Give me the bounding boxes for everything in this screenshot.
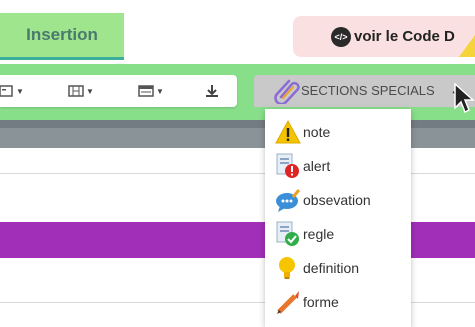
- table-button[interactable]: ▼: [138, 81, 164, 101]
- menu-item-forme[interactable]: forme: [265, 285, 411, 319]
- tab-insertion[interactable]: Insertion: [0, 13, 124, 60]
- corner-decoration: [459, 35, 475, 57]
- film-icon: [68, 85, 84, 97]
- chevron-down-icon: ▼: [86, 86, 94, 96]
- menu-item-obsevation[interactable]: obsevation: [265, 183, 411, 217]
- alert-doc-icon: [275, 153, 301, 179]
- editor-toolbar: ▼ ▼ ▼: [0, 75, 237, 107]
- sections-specials-menu: note alert obsevation regle definition f…: [265, 109, 411, 327]
- lightbulb-icon: [275, 255, 301, 281]
- code-icon: </>: [331, 26, 351, 47]
- menu-item-label: obsevation: [303, 192, 371, 208]
- mouse-cursor-icon: [454, 82, 475, 114]
- sections-specials-label: SECTIONS SPECIALS: [301, 83, 435, 98]
- sections-specials-button[interactable]: SECTIONS SPECIALS ⌄: [254, 75, 475, 107]
- menu-item-definition[interactable]: definition: [265, 251, 411, 285]
- menu-item-note[interactable]: note: [265, 115, 411, 149]
- view-code-button[interactable]: </> voir le Code D: [293, 16, 475, 57]
- checked-doc-icon: [275, 221, 301, 247]
- speech-bubble-icon: [275, 187, 301, 213]
- menu-item-label: definition: [303, 260, 360, 276]
- menu-item-label: note: [303, 124, 331, 140]
- menu-item-label: alert: [303, 158, 331, 174]
- view-code-label: voir le Code D: [354, 28, 455, 45]
- download-button[interactable]: [205, 81, 219, 101]
- table-icon: [138, 85, 154, 97]
- menu-item-label: regle: [303, 226, 335, 242]
- chevron-down-icon: ▼: [16, 86, 24, 96]
- paragraph-format-icon: [0, 85, 13, 97]
- chevron-down-icon: ▼: [156, 86, 164, 96]
- menu-item-label: forme: [303, 294, 339, 310]
- warning-icon: [275, 119, 301, 145]
- menu-item-alert[interactable]: alert: [265, 149, 411, 183]
- paragraph-format-button[interactable]: ▼: [0, 81, 24, 101]
- menu-item-regle[interactable]: regle: [265, 217, 411, 251]
- pencil-icon: [275, 289, 301, 315]
- download-icon: [206, 85, 218, 97]
- paperclip-icon: [274, 79, 300, 104]
- media-button[interactable]: ▼: [68, 81, 94, 101]
